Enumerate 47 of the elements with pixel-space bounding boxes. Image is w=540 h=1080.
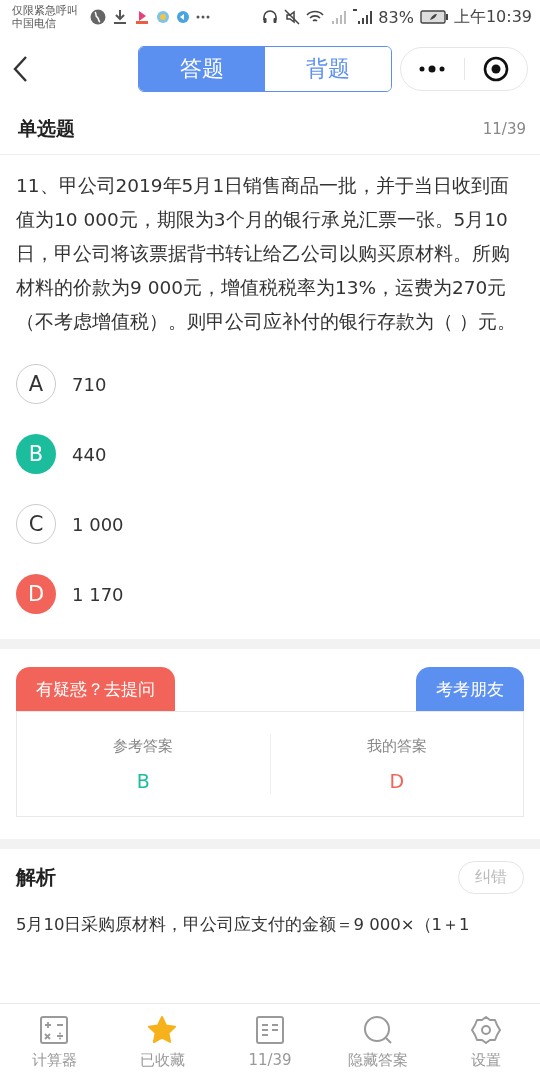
more-icon	[196, 15, 210, 19]
list-icon	[255, 1015, 285, 1045]
nav-item[interactable]: 11/39	[216, 1004, 324, 1080]
answer-label: 我的答案	[366, 736, 427, 756]
nav-item[interactable]: 计算器	[0, 1004, 108, 1080]
option-text[interactable]: 710	[72, 373, 107, 395]
close-target-icon[interactable]	[482, 56, 509, 82]
carrier-text: 仅限紧急呼叫	[12, 4, 78, 17]
mute-icon	[284, 9, 301, 25]
star-icon	[147, 1014, 177, 1045]
app-icon	[156, 10, 170, 24]
more-icon[interactable]	[419, 65, 446, 73]
carrier-text: 中国电信	[12, 17, 57, 30]
answer-value: D	[389, 769, 405, 792]
clock-text: 上午10:39	[453, 6, 532, 28]
option-text[interactable]: 1 000	[72, 513, 124, 535]
option-letter[interactable]: B	[16, 434, 56, 474]
answer-label: 参考答案	[113, 736, 174, 756]
signal-icon	[330, 9, 347, 25]
nav-item[interactable]: 设置	[432, 1004, 540, 1080]
option-letter[interactable]: D	[16, 574, 56, 614]
calculator-icon	[39, 1014, 69, 1045]
share-button[interactable]: 考考朋友	[416, 667, 524, 711]
ask-button[interactable]: 有疑惑？去提问	[16, 667, 175, 711]
option-text[interactable]: 1 170	[72, 583, 124, 605]
app-icon	[134, 9, 150, 25]
option-text[interactable]: 440	[72, 443, 107, 465]
app-icon	[176, 10, 190, 24]
signal-icon	[352, 9, 373, 25]
report-button[interactable]: 纠错	[458, 861, 524, 894]
battery-text: 83%	[378, 7, 414, 27]
battery-icon	[419, 10, 448, 24]
nav-item[interactable]: 已收藏	[108, 1004, 216, 1080]
settings-icon	[471, 1014, 501, 1045]
question-text: 11、甲公司2019年5月1日销售商品一批，并于当日收到面值为10 000元，期限为3个月的银行承兑汇票一张。5月10日，甲公司将该票据背书转让给乙公司以购买原材料。所购材料的价款为9 000元，增值税税率为13%，运费为270元（不考虑增值税）。则甲公司应补付的银行存款为（ ）元。	[15, 174, 517, 334]
headphones-icon	[262, 9, 279, 25]
progress-text: 11/39	[482, 120, 526, 138]
download-icon	[112, 9, 128, 25]
analysis-title: 解析	[16, 864, 56, 891]
nav-item[interactable]: 隐藏答案	[324, 1004, 432, 1080]
analysis-text: 5月10日采购原材料，甲公司应支付的金额＝9 000×（1＋1	[16, 914, 471, 936]
search-icon	[363, 1014, 393, 1045]
question-type: 单选题	[18, 116, 75, 141]
wifi-icon	[306, 9, 325, 25]
answer-value: B	[136, 769, 150, 792]
back-icon[interactable]	[12, 55, 28, 83]
mode-tab[interactable]: 答题	[139, 47, 265, 91]
